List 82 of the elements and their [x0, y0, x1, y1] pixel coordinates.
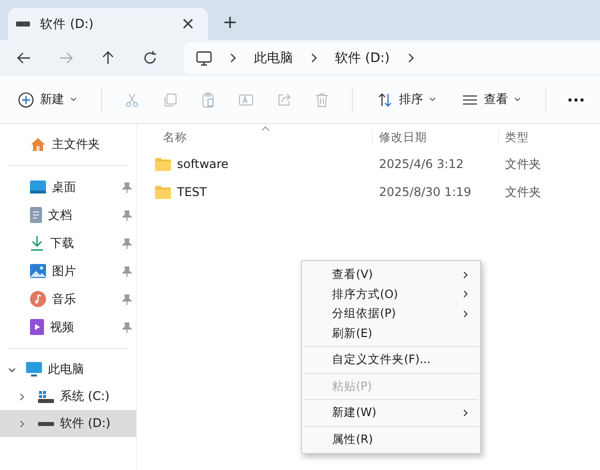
picture-icon: [30, 264, 46, 278]
tree-item[interactable]: 系统 (C:): [0, 383, 136, 410]
table-cell-text: 文件夹: [504, 184, 542, 200]
chevron-icon[interactable]: [18, 392, 26, 400]
tab[interactable]: 软件 (D:) ×: [8, 8, 208, 40]
sidebar-item[interactable]: 视频: [0, 313, 136, 341]
tab-title: 软件 (D:): [40, 16, 95, 32]
chevron-icon: [311, 53, 317, 63]
new-button[interactable]: 新建: [16, 85, 79, 114]
house-icon: [30, 136, 46, 152]
column-header[interactable]: 修改日期: [372, 130, 498, 144]
pin-icon[interactable]: [122, 238, 132, 248]
pin-icon[interactable]: [122, 210, 132, 220]
caret-icon: [70, 97, 77, 102]
menu-item[interactable]: 自定义文件夹(F)...: [302, 350, 480, 370]
refresh-icon[interactable]: [142, 50, 158, 66]
table-cell-text: 文件夹: [504, 156, 542, 172]
menu-item[interactable]: 排序方式(O): [302, 284, 480, 304]
column-header[interactable]: 类型: [498, 130, 600, 144]
pin-icon[interactable]: [122, 322, 132, 332]
drive-icon: [38, 390, 54, 404]
menu-item[interactable]: 查看(V): [302, 265, 480, 284]
sort-button[interactable]: 排序: [375, 85, 438, 114]
more-icon[interactable]: [568, 98, 584, 102]
video-icon: [30, 319, 44, 335]
table-cell-text: 2025/8/30 1:19: [378, 185, 472, 199]
sidebar-item[interactable]: 下载: [0, 229, 136, 257]
sidebar-item[interactable]: 音乐: [0, 285, 136, 313]
chevron-icon: [463, 270, 468, 279]
scissors-icon[interactable]: [124, 92, 140, 108]
music-icon: [30, 291, 46, 307]
chevron-icon[interactable]: [8, 366, 16, 374]
plus-circle-icon: [18, 92, 34, 108]
folder-icon: [155, 158, 171, 170]
tree-item[interactable]: 此电脑: [0, 356, 136, 383]
breadcrumb-item[interactable]: 软件 (D:): [335, 49, 390, 67]
document-icon: [30, 207, 42, 223]
menu-item[interactable]: 刷新(E): [302, 324, 480, 343]
trash-icon[interactable]: [314, 92, 330, 108]
tree-item[interactable]: 软件 (D:): [0, 410, 136, 437]
view-button[interactable]: 查看: [460, 85, 523, 114]
chevron-icon: [463, 310, 468, 318]
pin-icon[interactable]: [122, 266, 132, 276]
menu-item[interactable]: 分组依据(P): [302, 304, 480, 324]
pin-icon[interactable]: [122, 294, 132, 304]
sidebar-item[interactable]: 图片: [0, 257, 136, 285]
column-header[interactable]: 名称: [137, 130, 372, 144]
file-name[interactable]: software: [177, 157, 229, 171]
sidebar-item[interactable]: 主文件夹: [0, 130, 136, 158]
caret-icon: [514, 97, 521, 102]
up-icon[interactable]: [100, 50, 116, 66]
back-icon[interactable]: [16, 50, 32, 66]
sort-arrows-icon: [377, 92, 393, 108]
table-cell-text: 2025/4/6 3:12: [378, 157, 465, 171]
desktop-icon: [30, 180, 46, 194]
chevron-icon: [463, 290, 468, 298]
chevron-icon[interactable]: [18, 420, 26, 428]
breadcrumb-item[interactable]: 此电脑: [254, 49, 293, 67]
folder-icon: [155, 186, 171, 198]
download-icon: [30, 235, 44, 251]
chevron-icon: [230, 53, 236, 63]
file-name[interactable]: TEST: [177, 185, 207, 199]
menu-item[interactable]: 新建(W): [302, 403, 480, 422]
rename-icon[interactable]: [238, 92, 254, 108]
sidebar-item[interactable]: 文档: [0, 201, 136, 229]
sidebar-item[interactable]: 桌面: [0, 173, 136, 201]
chevron-icon: [463, 408, 468, 417]
menu-item[interactable]: 属性(R): [302, 430, 480, 449]
drive-icon: [16, 21, 30, 27]
new-tab-button[interactable]: +: [216, 8, 244, 36]
caret-icon: [429, 97, 436, 102]
pin-icon[interactable]: [122, 182, 132, 192]
copy-icon[interactable]: [162, 92, 178, 108]
forward-icon[interactable]: [58, 50, 74, 66]
monitor-icon: [196, 50, 212, 66]
sort-caret-icon: [261, 126, 270, 131]
chevron-icon: [408, 53, 414, 63]
monitor-icon: [26, 362, 42, 377]
share-icon[interactable]: [276, 92, 292, 108]
close-tab-button[interactable]: ×: [178, 14, 198, 34]
clipboard-icon[interactable]: [200, 92, 216, 108]
address-bar[interactable]: 此电脑 软件 (D:): [184, 42, 600, 74]
